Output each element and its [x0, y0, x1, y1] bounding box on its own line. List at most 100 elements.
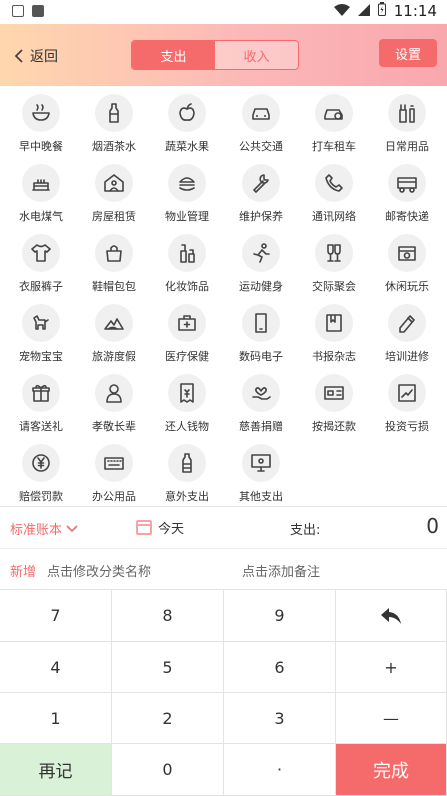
monitor-icon [242, 444, 280, 482]
category-item[interactable]: 早中晚餐 [4, 86, 78, 156]
category-label: 按揭还款 [312, 420, 356, 433]
category-label: 办公用品 [92, 490, 136, 503]
category-item[interactable]: 旅游度假 [77, 296, 151, 366]
category-item[interactable]: 衣服裤子 [4, 226, 78, 296]
category-label: 维护保养 [239, 210, 283, 223]
key-1[interactable]: 1 [0, 693, 112, 744]
category-item[interactable]: 孝敬长辈 [77, 366, 151, 436]
plus-button[interactable]: + [336, 642, 447, 693]
category-item[interactable]: 邮寄快递 [370, 156, 444, 226]
book-icon [315, 304, 353, 342]
key-7[interactable]: 7 [0, 590, 112, 642]
category-item[interactable]: 意外支出 [150, 436, 224, 506]
add-category-button[interactable]: 新增 [10, 561, 36, 580]
category-item[interactable]: 办公用品 [77, 436, 151, 506]
decimal-button[interactable]: · [224, 744, 336, 796]
smartphone-icon [242, 304, 280, 342]
category-label: 数码电子 [239, 350, 283, 363]
category-item[interactable]: 水电煤气 [4, 156, 78, 226]
car-icon [315, 94, 353, 132]
category-item[interactable]: 培训进修 [370, 296, 444, 366]
burger-icon [168, 164, 206, 202]
key-3[interactable]: 3 [224, 693, 336, 744]
category-label: 衣服裤子 [19, 280, 63, 293]
category-item[interactable]: 还人钱物 [150, 366, 224, 436]
category-item[interactable]: 运动健身 [224, 226, 298, 296]
mountain-icon [95, 304, 133, 342]
undo-icon [381, 607, 401, 624]
clock-text: 11:14 [393, 2, 437, 20]
edit-category-name[interactable]: 点击修改分类名称 [47, 561, 151, 580]
ledger-selector[interactable]: 标准账本 [10, 519, 78, 538]
key-0[interactable]: 0 [112, 744, 224, 796]
category-label: 休闲玩乐 [385, 280, 429, 293]
chart-icon [388, 374, 426, 412]
category-item[interactable]: 按揭还款 [297, 366, 371, 436]
category-item[interactable]: 其他支出 [224, 436, 298, 506]
category-item[interactable]: 化妆饰品 [150, 226, 224, 296]
category-item[interactable]: 蔬菜水果 [150, 86, 224, 156]
ledger-label: 标准账本 [10, 523, 63, 538]
key-2[interactable]: 2 [112, 693, 224, 744]
category-item[interactable]: 通讯网络 [297, 156, 371, 226]
key-6[interactable]: 6 [224, 642, 336, 693]
type-toggle: 支出 收入 [131, 40, 299, 70]
minus-button[interactable]: — [336, 693, 447, 744]
category-item[interactable]: 慈善捐赠 [224, 366, 298, 436]
category-item[interactable]: 投资亏损 [370, 366, 444, 436]
category-label: 医疗保健 [165, 350, 209, 363]
category-grid: 早中晚餐 烟酒茶水 蔬菜水果 公共交通 打车租车 日常用品水电煤气 房屋租赁 物业管理 维护保养… [0, 86, 447, 506]
category-label: 意外支出 [165, 490, 209, 503]
wifi-icon [333, 2, 350, 20]
category-label: 旅游度假 [92, 350, 136, 363]
category-label: 日常用品 [385, 140, 429, 153]
category-item[interactable]: 房屋租赁 [77, 156, 151, 226]
back-button[interactable]: 返回 [14, 46, 58, 66]
bag-icon [95, 234, 133, 272]
category-item[interactable]: 宠物宝宝 [4, 296, 78, 366]
app-notification-icon [32, 5, 44, 17]
house-icon [95, 164, 133, 202]
category-item[interactable]: 赔偿罚款 [4, 436, 78, 506]
key-4[interactable]: 4 [0, 642, 112, 693]
bowl-icon [22, 94, 60, 132]
note-input[interactable]: 点击添加备注 [242, 561, 320, 580]
heart-hand-icon [242, 374, 280, 412]
category-item[interactable]: 医疗保健 [150, 296, 224, 366]
category-item[interactable]: 日常用品 [370, 86, 444, 156]
key-9[interactable]: 9 [224, 590, 336, 642]
key-8[interactable]: 8 [112, 590, 224, 642]
back-label: 返回 [30, 49, 58, 65]
category-item[interactable]: 烟酒茶水 [77, 86, 151, 156]
category-item[interactable]: 数码电子 [224, 296, 298, 366]
category-item[interactable]: 物业管理 [150, 156, 224, 226]
category-label: 培训进修 [385, 350, 429, 363]
category-item[interactable]: 请客送礼 [4, 366, 78, 436]
yen-coin-icon [22, 444, 60, 482]
category-item[interactable]: 打车租车 [297, 86, 371, 156]
cake-icon [22, 164, 60, 202]
category-item[interactable]: 休闲玩乐 [370, 226, 444, 296]
key-5[interactable]: 5 [112, 642, 224, 693]
category-item[interactable]: 交际聚会 [297, 226, 371, 296]
settings-button[interactable]: 设置 [379, 39, 437, 67]
tab-expense[interactable]: 支出 [132, 41, 215, 69]
shirt-icon [22, 234, 60, 272]
phone-icon [315, 164, 353, 202]
category-label: 水电煤气 [19, 210, 63, 223]
chevron-down-icon [66, 524, 78, 532]
category-item[interactable]: 书报杂志 [297, 296, 371, 366]
category-item[interactable]: 维护保养 [224, 156, 298, 226]
category-item[interactable]: 公共交通 [224, 86, 298, 156]
toiletries-icon [388, 94, 426, 132]
number-keypad: 7 8 9 4 5 6 +1 2 3— 再记 0 · 完成 [0, 590, 447, 796]
chevron-left-icon [14, 49, 23, 63]
category-label: 请客送礼 [19, 420, 63, 433]
done-button[interactable]: 完成 [336, 744, 447, 796]
date-selector[interactable]: 今天 [136, 518, 184, 537]
category-item[interactable]: 鞋帽包包 [77, 226, 151, 296]
tab-income[interactable]: 收入 [215, 41, 298, 69]
undo-button[interactable] [336, 590, 447, 642]
again-button[interactable]: 再记 [0, 744, 112, 796]
medkit-icon [168, 304, 206, 342]
